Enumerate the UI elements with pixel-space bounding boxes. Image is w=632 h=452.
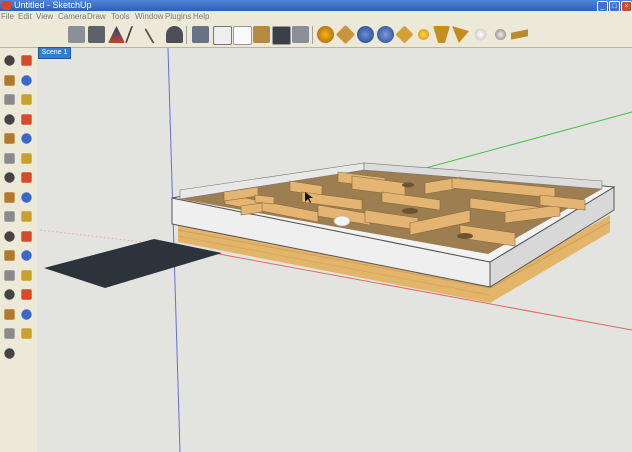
x-ray-icon[interactable] — [213, 26, 232, 45]
tape-measure-icon[interactable] — [21, 191, 32, 203]
layers-icon[interactable] — [377, 26, 394, 43]
rectangle-icon[interactable] — [21, 74, 32, 86]
position-camera-icon[interactable] — [21, 308, 32, 320]
shaded-textures-icon[interactable] — [292, 26, 309, 43]
components-icon[interactable] — [317, 26, 334, 43]
paint-icon[interactable] — [4, 74, 15, 86]
previous-icon[interactable] — [4, 308, 15, 320]
iso-view-icon[interactable] — [192, 26, 209, 43]
orbit-icon[interactable] — [21, 250, 32, 261]
walk-icon[interactable] — [21, 328, 32, 339]
dark-rectangle — [44, 239, 222, 288]
walkthrough-icon[interactable] — [166, 26, 183, 43]
move-icon[interactable] — [21, 133, 32, 144]
menu-window[interactable]: Window — [135, 12, 163, 21]
look-around-icon[interactable] — [4, 328, 15, 339]
axes-icon[interactable] — [108, 26, 125, 43]
maze-hole — [402, 182, 414, 188]
axes-icon[interactable] — [21, 230, 32, 242]
follow-me-icon[interactable] — [4, 172, 15, 183]
zoom-icon[interactable] — [21, 269, 32, 281]
3d-text-icon[interactable] — [4, 250, 15, 261]
shadows-icon[interactable] — [433, 26, 450, 43]
pencil-icon[interactable] — [144, 25, 160, 44]
maze-hole — [457, 233, 473, 239]
protractor-icon[interactable] — [21, 211, 32, 222]
zoom-extents-icon[interactable] — [21, 289, 32, 300]
main-toolbar — [0, 23, 632, 48]
line-icon[interactable] — [4, 94, 15, 105]
menu-draw[interactable]: Draw — [87, 12, 106, 21]
select-icon[interactable] — [4, 55, 15, 66]
rotate-icon[interactable] — [21, 152, 32, 164]
eraser-icon[interactable] — [21, 55, 32, 66]
menu-view[interactable]: View — [36, 12, 53, 21]
menu-edit[interactable]: Edit — [18, 12, 32, 21]
text-icon[interactable] — [4, 230, 15, 242]
styles-icon[interactable] — [357, 26, 374, 43]
dimension-icon[interactable] — [511, 29, 528, 40]
scale-icon[interactable] — [21, 172, 32, 183]
title-bar: Untitled - SketchUp _ □ × — [0, 0, 632, 12]
ball — [333, 215, 351, 227]
standard-view-icon[interactable] — [68, 26, 85, 43]
menu-tools[interactable]: Tools — [111, 12, 130, 21]
menu-camera[interactable]: Camera — [58, 12, 86, 21]
materials-icon[interactable] — [335, 24, 356, 45]
push-pull-icon[interactable] — [4, 152, 15, 164]
pan-icon[interactable] — [4, 269, 15, 281]
fog-icon[interactable] — [452, 26, 469, 43]
arc-icon[interactable] — [4, 113, 15, 125]
menu-file[interactable]: File — [1, 12, 14, 21]
sun-icon[interactable] — [417, 28, 430, 41]
green-axis — [399, 111, 632, 176]
lights-icon[interactable] — [474, 28, 487, 41]
3d-scene[interactable] — [37, 48, 632, 452]
hidden-line-icon[interactable] — [253, 26, 270, 43]
left-toolbar — [0, 48, 38, 452]
model-viewport[interactable] — [37, 48, 632, 452]
dimension-icon[interactable] — [4, 211, 15, 222]
sketchup-app-icon — [2, 1, 11, 10]
menu-bar: File Edit View Camera Draw Tools Window … — [0, 11, 632, 23]
circle-icon[interactable] — [21, 94, 32, 105]
zoom-window-icon[interactable] — [4, 289, 15, 300]
menu-help[interactable]: Help — [193, 12, 209, 21]
offset-icon[interactable] — [4, 191, 15, 203]
freehand-icon[interactable] — [4, 133, 15, 144]
window-title: Untitled - SketchUp — [14, 0, 92, 10]
open-icon[interactable] — [88, 26, 105, 43]
shaded-icon[interactable] — [272, 26, 291, 45]
sphere-icon[interactable] — [494, 28, 507, 41]
line-tool-icon[interactable] — [124, 26, 142, 43]
maze-hole — [402, 208, 418, 214]
wireframe-icon[interactable] — [233, 26, 252, 45]
polygon-icon[interactable] — [21, 113, 32, 125]
section-plane-icon[interactable] — [4, 347, 15, 359]
scene-tab[interactable]: Scene 1 — [38, 47, 71, 59]
tags-icon[interactable] — [395, 25, 414, 44]
menu-plugins[interactable]: Plugins — [165, 12, 191, 21]
